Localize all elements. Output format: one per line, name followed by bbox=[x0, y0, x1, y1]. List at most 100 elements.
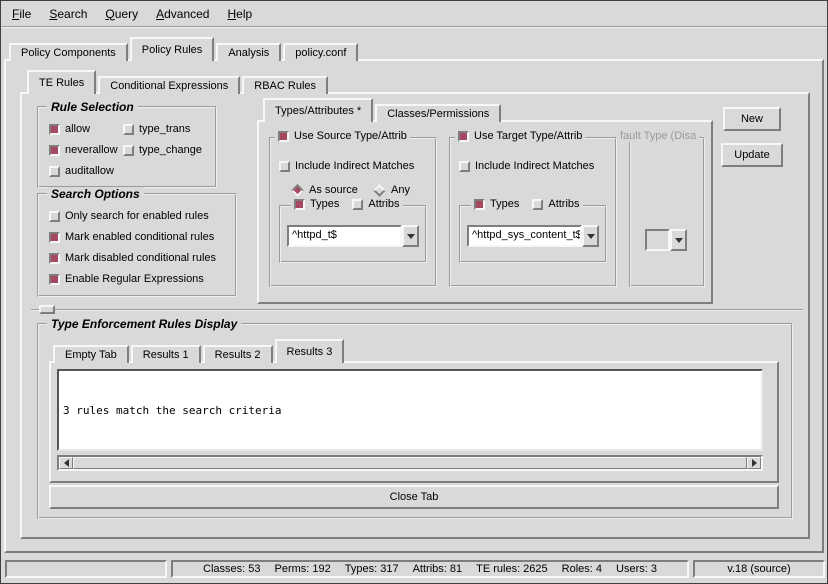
scroll-left-button[interactable] bbox=[59, 457, 73, 469]
tab-label: Conditional Expressions bbox=[110, 80, 228, 92]
checkbox-label: Include Indirect Matches bbox=[475, 160, 594, 172]
scroll-right-button[interactable] bbox=[747, 457, 761, 469]
source-type-combo-button[interactable] bbox=[402, 225, 419, 247]
target-type-combo-entry[interactable]: ^httpd_sys_content_t$ bbox=[467, 225, 582, 247]
status-segment-version: v.18 (source) bbox=[693, 560, 825, 578]
tab-label: Analysis bbox=[228, 47, 269, 59]
close-tab-button[interactable]: Close Tab bbox=[49, 485, 779, 509]
checkbox-label: Mark disabled conditional rules bbox=[65, 252, 216, 264]
version-label: v.18 (source) bbox=[727, 563, 790, 575]
new-button[interactable]: New bbox=[723, 107, 781, 131]
checkbox-only-enabled[interactable]: Only search for enabled rules bbox=[49, 209, 209, 223]
tab-conditional-expressions[interactable]: Conditional Expressions bbox=[98, 76, 240, 94]
checkbox-indicator[interactable] bbox=[352, 199, 363, 210]
default-type-combo bbox=[645, 229, 687, 251]
tab-policy-components[interactable]: Policy Components bbox=[9, 43, 128, 61]
chevron-down-icon bbox=[587, 234, 595, 239]
checkbox-label: auditallow bbox=[65, 165, 114, 177]
ta-tab-row: Types/Attributes * Classes/Permissions bbox=[263, 98, 503, 122]
tab-classes-permissions[interactable]: Classes/Permissions bbox=[375, 104, 501, 122]
tab-policy-rules[interactable]: Policy Rules bbox=[130, 37, 215, 61]
tab-types-attributes[interactable]: Types/Attributes * bbox=[263, 98, 373, 122]
tab-label: Results 2 bbox=[215, 349, 261, 361]
tab-label: Results 1 bbox=[143, 349, 189, 361]
checkbox-indicator bbox=[49, 274, 60, 285]
checkbox-neverallow[interactable]: neverallow bbox=[49, 143, 118, 157]
checkbox-indicator bbox=[278, 131, 289, 142]
checkbox-mark-disabled[interactable]: Mark disabled conditional rules bbox=[49, 251, 216, 265]
target-group-legend[interactable]: Use Target Type/Attrib bbox=[455, 130, 585, 142]
pane-divider bbox=[31, 309, 803, 311]
stat-types: Types: 317 bbox=[345, 563, 399, 575]
menu-help[interactable]: Help bbox=[218, 3, 261, 25]
source-types-attribs-group: Types Attribs ^httpd_t$ bbox=[279, 205, 427, 263]
tab-results-3[interactable]: Results 3 bbox=[275, 339, 345, 363]
rule-selection-group: Rule Selection allow type_trans neverall… bbox=[37, 106, 217, 188]
checkbox-label: neverallow bbox=[65, 144, 118, 156]
menu-file[interactable]: File bbox=[3, 3, 40, 25]
stat-classes: Classes: 53 bbox=[203, 563, 260, 575]
results-text-area[interactable]: 3 rules match the search criteria (5822)… bbox=[57, 369, 763, 451]
checkbox-type-change[interactable]: type_change bbox=[123, 143, 202, 157]
results-horizontal-scrollbar[interactable] bbox=[57, 455, 763, 471]
checkbox-target-indirect[interactable]: Include Indirect Matches bbox=[459, 159, 594, 173]
target-type-combo-button[interactable] bbox=[582, 225, 599, 247]
results-group: Type Enforcement Rules Display Empty Tab… bbox=[37, 323, 793, 519]
source-group-legend[interactable]: Use Source Type/Attrib bbox=[275, 130, 410, 142]
checkbox-indicator[interactable] bbox=[532, 199, 543, 210]
results-tab-row: Empty Tab Results 1 Results 2 Results 3 bbox=[53, 339, 346, 363]
menu-search[interactable]: Search bbox=[40, 3, 96, 25]
tab-rbac-rules[interactable]: RBAC Rules bbox=[242, 76, 328, 94]
radio-label: Any bbox=[391, 184, 410, 196]
checkbox-indicator bbox=[49, 211, 60, 222]
rule-selection-title: Rule Selection bbox=[47, 100, 138, 114]
checkbox-mark-enabled[interactable]: Mark enabled conditional rules bbox=[49, 230, 214, 244]
checkbox-label: Only search for enabled rules bbox=[65, 210, 209, 222]
chevron-down-icon bbox=[407, 234, 415, 239]
results-group-title: Type Enforcement Rules Display bbox=[47, 317, 241, 331]
radio-any[interactable]: Any bbox=[373, 183, 410, 197]
tab-empty[interactable]: Empty Tab bbox=[53, 345, 129, 363]
checkbox-type-trans[interactable]: type_trans bbox=[123, 122, 190, 136]
checkbox-allow[interactable]: allow bbox=[49, 122, 90, 136]
tab-label: Empty Tab bbox=[65, 349, 117, 361]
tab-results-2[interactable]: Results 2 bbox=[203, 345, 273, 363]
radio-indicator bbox=[373, 184, 386, 197]
tab-te-rules[interactable]: TE Rules bbox=[27, 70, 96, 94]
default-type-title: fault Type (Disa bbox=[617, 130, 699, 142]
checkbox-indicator bbox=[279, 161, 290, 172]
checkbox-indicator[interactable] bbox=[474, 199, 485, 210]
tab-results-1[interactable]: Results 1 bbox=[131, 345, 201, 363]
checkbox-indicator[interactable] bbox=[294, 199, 305, 210]
blank-line bbox=[63, 448, 757, 451]
tab-analysis[interactable]: Analysis bbox=[216, 43, 281, 61]
checkbox-auditallow[interactable]: auditallow bbox=[49, 164, 114, 178]
menu-query[interactable]: Query bbox=[96, 3, 147, 25]
source-type-combo: ^httpd_t$ bbox=[287, 225, 419, 247]
checkbox-label: Types bbox=[490, 198, 519, 210]
stat-attribs: Attribs: 81 bbox=[413, 563, 463, 575]
pane-sash-handle[interactable] bbox=[39, 305, 55, 314]
stat-roles: Roles: 4 bbox=[562, 563, 602, 575]
radio-indicator bbox=[291, 184, 304, 197]
default-type-combo-button bbox=[670, 229, 687, 251]
source-type-combo-entry[interactable]: ^httpd_t$ bbox=[287, 225, 402, 247]
target-type-group: Use Target Type/Attrib Include Indirect … bbox=[449, 137, 617, 287]
radio-label: As source bbox=[309, 184, 358, 196]
stat-perms: Perms: 192 bbox=[275, 563, 331, 575]
checkbox-indicator bbox=[458, 131, 469, 142]
checkbox-label: allow bbox=[65, 123, 90, 135]
checkbox-source-indirect[interactable]: Include Indirect Matches bbox=[279, 159, 414, 173]
radio-as-source[interactable]: As source bbox=[291, 183, 358, 197]
source-group-label: Use Source Type/Attrib bbox=[294, 130, 407, 142]
checkbox-regex[interactable]: Enable Regular Expressions bbox=[49, 272, 204, 286]
arrow-left-icon bbox=[64, 459, 69, 467]
new-button-label: New bbox=[741, 113, 763, 125]
menu-advanced[interactable]: Advanced bbox=[147, 3, 218, 25]
checkbox-label: Enable Regular Expressions bbox=[65, 273, 204, 285]
scrollbar-thumb[interactable] bbox=[73, 457, 747, 469]
update-button[interactable]: Update bbox=[721, 143, 783, 167]
rules-tab-row: TE Rules Conditional Expressions RBAC Ru… bbox=[27, 70, 330, 94]
tab-policy-conf[interactable]: policy.conf bbox=[283, 43, 358, 61]
checkbox-indicator bbox=[49, 124, 60, 135]
